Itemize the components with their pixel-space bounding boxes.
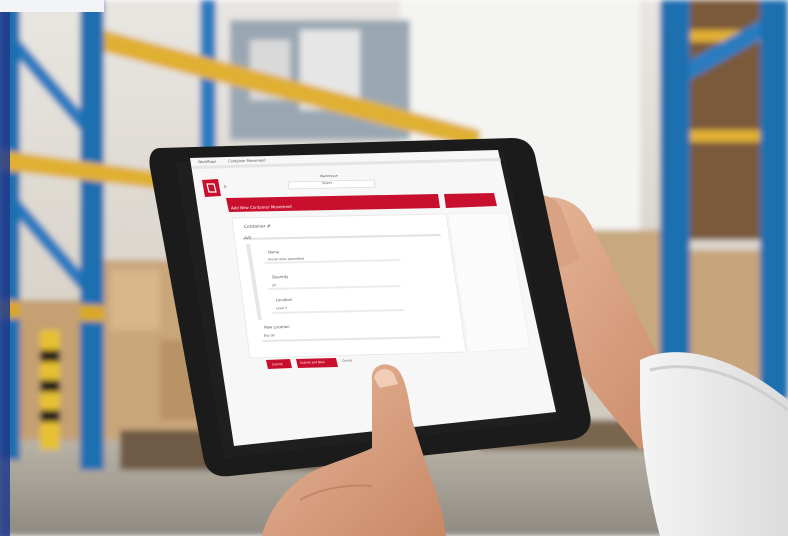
top-left-artifact xyxy=(0,0,104,12)
left-edge-artifact xyxy=(0,0,10,536)
tablet-device xyxy=(149,138,591,477)
warehouse-photo xyxy=(0,0,788,536)
app-logo xyxy=(202,179,221,197)
submit-new-button-shape xyxy=(296,358,338,368)
submit-button-shape xyxy=(266,359,292,369)
